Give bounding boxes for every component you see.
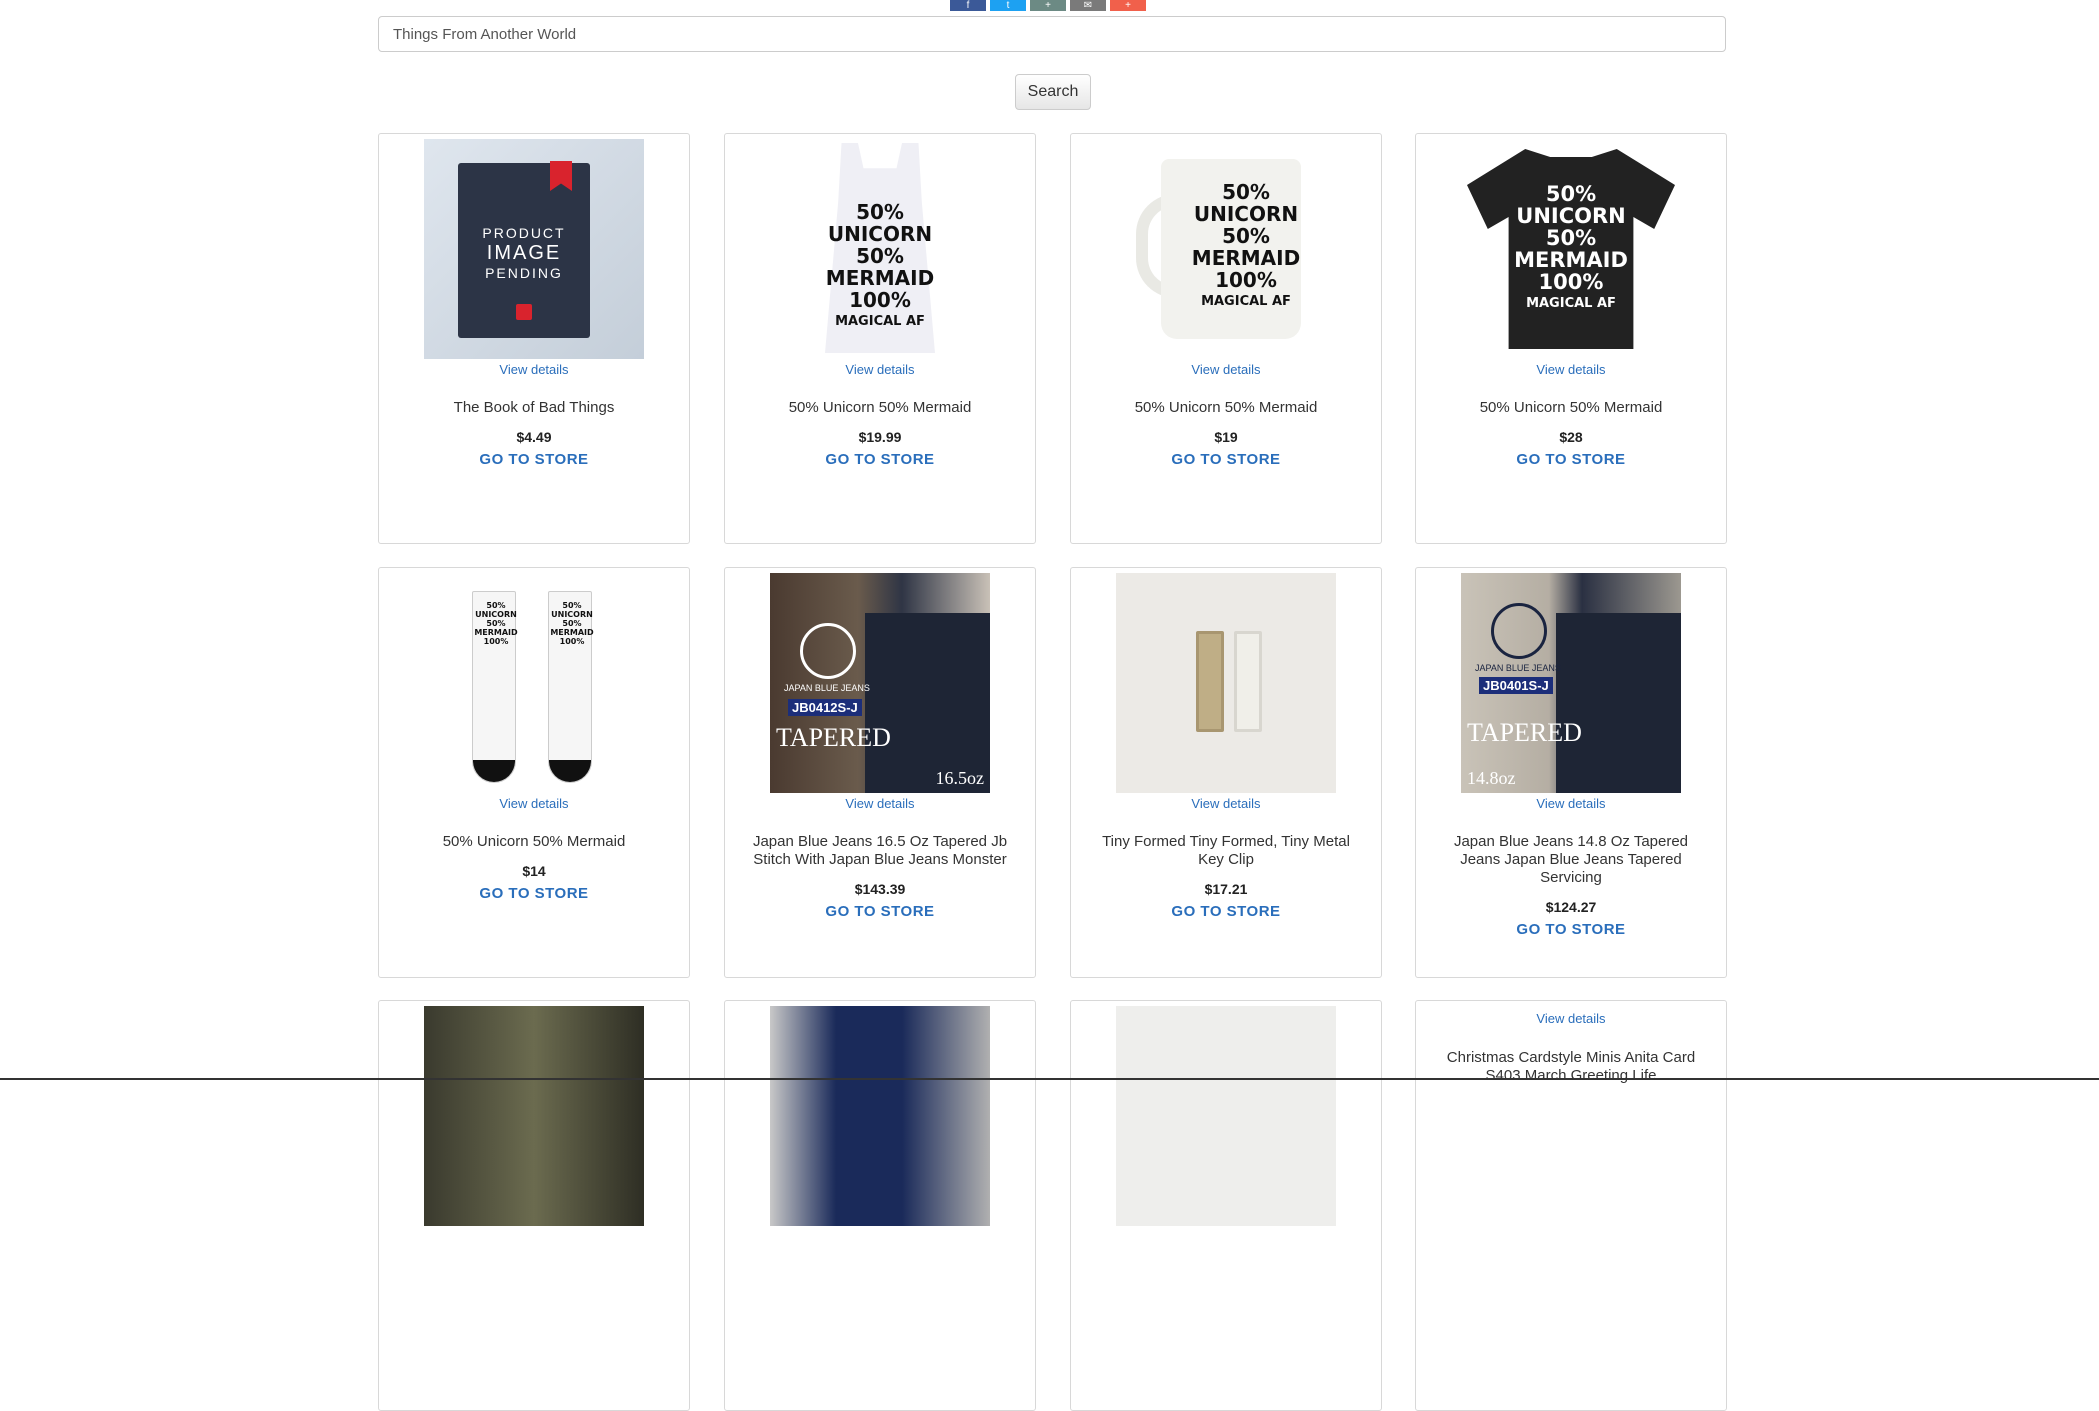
plus-icon: + <box>1125 0 1131 11</box>
product-card: PRODUCT IMAGE PENDING View details The Boo… <box>378 133 690 544</box>
product-image[interactable]: 50% UNICORN 50% MERMAID 100% MAGICAL AF <box>1116 139 1336 359</box>
product-card: 50% UNICORN 50% MERMAID 100% MAGICAL AF View … <box>724 133 1036 544</box>
product-price: $143.39 <box>854 881 906 897</box>
view-details-link[interactable]: View details <box>1416 1011 1726 1026</box>
product-card <box>378 1000 690 1411</box>
search-input[interactable] <box>378 16 1726 52</box>
product-image[interactable]: 50% UNICORN 50% MERMAID 100% 50% UNICORN 50% ME… <box>424 573 644 793</box>
product-card: View details Christmas Cardstyle Minis A… <box>1415 1000 1727 1411</box>
product-title: The Book of Bad Things <box>453 399 615 416</box>
email-icon: ✉ <box>1083 0 1093 11</box>
product-price: $14 <box>522 863 546 879</box>
product-card <box>1070 1000 1382 1411</box>
facebook-icon: f <box>966 0 970 11</box>
product-image[interactable] <box>1116 1006 1336 1226</box>
product-title: Japan Blue Jeans 14.8 Oz Tapered Jeans J… <box>1453 833 1689 886</box>
more-share-button[interactable]: + <box>1110 0 1146 11</box>
view-details-link[interactable]: View details <box>1071 362 1381 377</box>
view-details-link[interactable]: View details <box>725 796 1035 811</box>
go-to-store-link[interactable]: GO TO STORE <box>1438 451 1704 468</box>
email-share-button[interactable]: ✉ <box>1070 0 1106 11</box>
product-title: Tiny Formed Tiny Formed, Tiny Metal Key … <box>1102 833 1350 868</box>
product-price: $17.21 <box>1204 881 1248 897</box>
product-title: 50% Unicorn 50% Mermaid <box>788 399 972 416</box>
product-card: JAPAN BLUE JEANS JB0412S-J TAPERED 16.5o… <box>724 567 1036 978</box>
product-price: $4.49 <box>516 429 552 445</box>
twitter-icon: t <box>1006 0 1010 11</box>
product-price: $19 <box>1214 429 1238 445</box>
facebook-share-button[interactable]: f <box>950 0 986 11</box>
product-card: View details Tiny Formed Tiny Formed, Ti… <box>1070 567 1382 978</box>
product-image[interactable] <box>770 1006 990 1226</box>
product-card: 50% UNICORN 50% MERMAID 100% MAGICAL AF View … <box>1415 133 1727 544</box>
product-image[interactable]: PRODUCT IMAGE PENDING <box>424 139 644 359</box>
view-details-link[interactable]: View details <box>379 796 689 811</box>
view-details-link[interactable]: View details <box>1416 362 1726 377</box>
share-icon: + <box>1045 0 1051 11</box>
go-to-store-link[interactable]: GO TO STORE <box>401 451 667 468</box>
search-button[interactable]: Search <box>1015 74 1091 110</box>
product-image[interactable]: JAPAN BLUE JEANS JB0401S-J TAPERED 14.8o… <box>1461 573 1681 793</box>
share-button[interactable]: + <box>1030 0 1066 11</box>
product-image[interactable]: 50% UNICORN 50% MERMAID 100% MAGICAL AF <box>1461 139 1681 359</box>
go-to-store-link[interactable]: GO TO STORE <box>1093 451 1359 468</box>
product-image[interactable] <box>424 1006 644 1226</box>
product-image[interactable] <box>1116 573 1336 793</box>
view-details-link[interactable]: View details <box>1416 796 1726 811</box>
view-details-link[interactable]: View details <box>1071 796 1381 811</box>
product-price: $28 <box>1559 429 1583 445</box>
product-image[interactable]: JAPAN BLUE JEANS JB0412S-J TAPERED 16.5o… <box>770 573 990 793</box>
product-price: $124.27 <box>1545 899 1597 915</box>
go-to-store-link[interactable]: GO TO STORE <box>401 885 667 902</box>
product-title: Japan Blue Jeans 16.5 Oz Tapered Jb Stit… <box>752 833 1008 868</box>
product-title: 50% Unicorn 50% Mermaid <box>1134 399 1318 416</box>
product-title: 50% Unicorn 50% Mermaid <box>442 833 626 850</box>
product-price: $19.99 <box>858 429 902 445</box>
product-card <box>724 1000 1036 1411</box>
product-card: JAPAN BLUE JEANS JB0401S-J TAPERED 14.8o… <box>1415 567 1727 978</box>
share-bar: f t + ✉ + <box>950 0 1146 11</box>
view-details-link[interactable]: View details <box>379 362 689 377</box>
product-card: 50% UNICORN 50% MERMAID 100% 50% UNICORN 50% ME… <box>378 567 690 978</box>
view-details-link[interactable]: View details <box>725 362 1035 377</box>
product-title: 50% Unicorn 50% Mermaid <box>1479 399 1663 416</box>
go-to-store-link[interactable]: GO TO STORE <box>747 451 1013 468</box>
twitter-share-button[interactable]: t <box>990 0 1026 11</box>
go-to-store-link[interactable]: GO TO STORE <box>747 903 1013 920</box>
product-image[interactable]: 50% UNICORN 50% MERMAID 100% MAGICAL AF <box>770 139 990 359</box>
go-to-store-link[interactable]: GO TO STORE <box>1093 903 1359 920</box>
product-card: 50% UNICORN 50% MERMAID 100% MAGICAL AF View … <box>1070 133 1382 544</box>
go-to-store-link[interactable]: GO TO STORE <box>1438 921 1704 938</box>
